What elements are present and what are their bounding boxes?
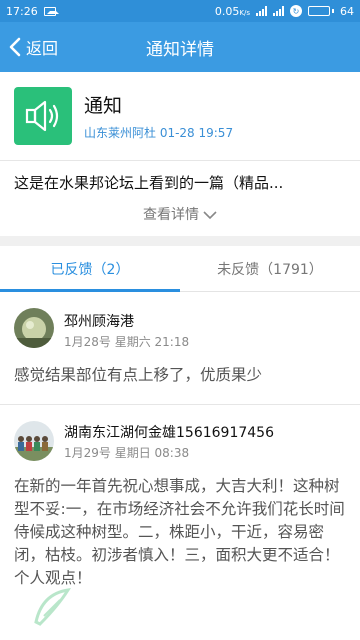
- tab-replied[interactable]: 已反馈（2）: [0, 246, 180, 292]
- back-label: 返回: [26, 39, 59, 58]
- status-bar: 17:26 0.05K/s ↻ 64: [0, 0, 360, 22]
- section-gap: [0, 236, 360, 246]
- tab-not-replied[interactable]: 未反馈（1791）: [180, 246, 360, 291]
- avatar[interactable]: [14, 421, 54, 461]
- notice-meta: 山东莱州阿杜 01-28 19:57: [84, 126, 234, 140]
- feedback-tabs: 已反馈（2） 未反馈（1791）: [0, 246, 360, 292]
- notice-title: 通知: [84, 95, 123, 117]
- divider: [0, 160, 360, 161]
- notice-header: 通知 山东莱州阿杜 01-28 19:57: [0, 72, 360, 160]
- chevron-left-icon: [9, 37, 21, 57]
- reply-time: 1月29号 星期日 08:38: [64, 446, 190, 460]
- watermark-logo-icon: [34, 588, 72, 626]
- sync-icon: ↻: [290, 5, 302, 17]
- nav-bar: 返回 通知详情: [0, 22, 360, 72]
- reply-body: 感觉结果部位有点上移了，优质果少: [14, 366, 263, 384]
- reply-author: 邳州顾海港: [64, 314, 134, 330]
- status-time: 17:26: [6, 4, 38, 18]
- back-button[interactable]: 返回: [8, 34, 58, 60]
- avatar[interactable]: [14, 308, 54, 348]
- view-detail-label: 查看详情: [143, 207, 199, 223]
- view-detail-button[interactable]: 查看详情: [0, 204, 360, 224]
- image-notification-icon: [43, 6, 59, 16]
- reply-item: 邳州顾海港 1月28号 星期六 21:18 感觉结果部位有点上移了，优质果少: [0, 292, 360, 404]
- network-speed: 0.05K/s: [214, 4, 250, 18]
- chevron-down-icon: [203, 210, 217, 219]
- notice-summary: 这是在水果邦论坛上看到的一篇（精品...: [14, 174, 284, 192]
- signal-icon-2: [273, 6, 284, 16]
- battery-icon: [308, 6, 334, 16]
- battery-percent: 64: [340, 4, 354, 18]
- reply-body: 在新的一年首先祝心想事成，大吉大利！这种树型不妥:一，在市场经济社会不允许我们花…: [14, 477, 345, 587]
- speaker-icon: [14, 87, 72, 145]
- reply-time: 1月28号 星期六 21:18: [64, 335, 190, 349]
- reply-author: 湖南东江湖何金雄15616917456: [64, 425, 274, 441]
- signal-icon: [256, 6, 267, 16]
